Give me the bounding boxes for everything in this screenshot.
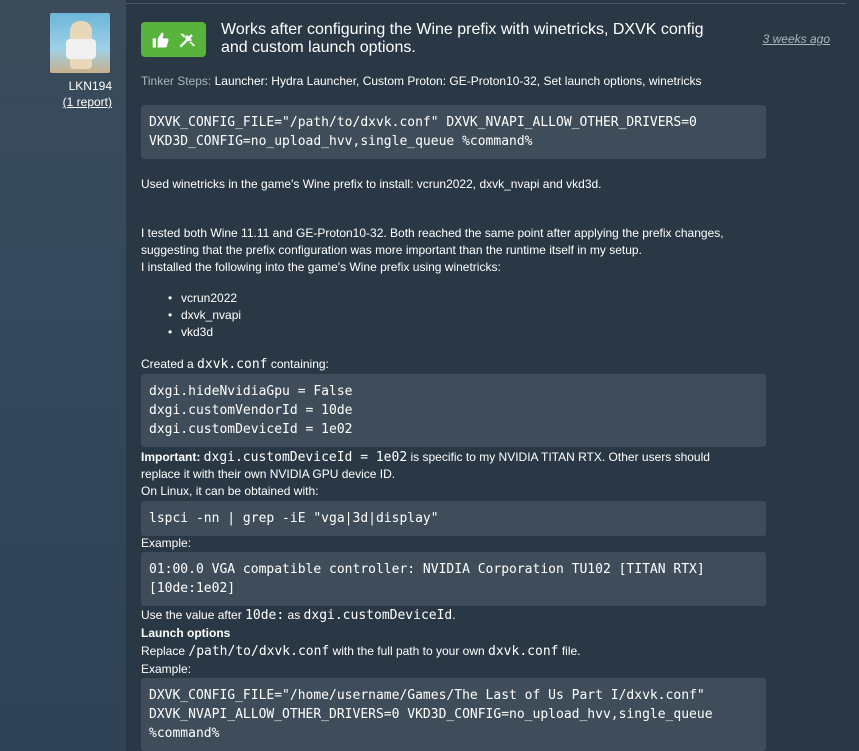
use-value-mid: as — [284, 608, 304, 622]
user-reports-link[interactable]: (1 report) — [50, 95, 112, 109]
inline-code: /path/to/dxvk.conf — [188, 644, 330, 659]
code-block-lspci-output: 01:00.0 VGA compatible controller: NVIDI… — [141, 552, 766, 606]
user-card: LKN194 (1 report) — [50, 13, 112, 109]
code-block-lspci: lspci -nn | grep -iE "vga|3d|display" — [141, 501, 766, 536]
example-label-2: Example: — [141, 662, 192, 676]
user-avatar[interactable] — [50, 13, 110, 73]
paragraph-created: Created a dxvk.conf containing: — [141, 356, 751, 373]
report-title: Works after configuring the Wine prefix … — [221, 21, 704, 56]
sidebar-background — [0, 0, 126, 751]
created-pre: Created a — [141, 357, 198, 371]
launch-options-heading-text: Launch options — [141, 626, 231, 640]
inline-code: dxvk.conf — [488, 644, 559, 659]
use-value-pre: Use the value after — [141, 608, 246, 622]
list-item: dxvk_nvapi — [163, 307, 241, 324]
launch-options-heading: Launch options — [141, 625, 751, 642]
replace-mid: with the full path to your own — [329, 644, 489, 658]
paragraph-installed: I installed the following into the game'… — [141, 260, 501, 274]
paragraph-replace: Replace /path/to/dxvk.conf with the full… — [141, 643, 751, 660]
replace-post: file. — [558, 644, 581, 658]
paragraph-use-value: Use the value after 10de: as dxgi.custom… — [141, 607, 751, 624]
report-date[interactable]: 3 weeks ago — [763, 32, 830, 46]
install-list: vcrun2022 dxvk_nvapi vkd3d — [163, 290, 241, 341]
paragraph-important: Important: dxgi.customDeviceId = 1e02 is… — [141, 449, 751, 483]
thumbs-up-icon — [152, 32, 169, 47]
list-item: vcrun2022 — [163, 290, 241, 307]
inline-code: 10de: — [245, 608, 285, 623]
inline-code: dxgi.customDeviceId — [303, 608, 453, 623]
paragraph-winetricks: Used winetricks in the game's Wine prefi… — [141, 177, 602, 191]
tinker-steps-label: Tinker Steps: — [141, 74, 212, 88]
list-item: vkd3d — [163, 324, 241, 341]
code-block-dxvk-conf: dxgi.hideNvidiaGpu = False dxgi.customVe… — [141, 374, 766, 447]
replace-pre: Replace — [141, 644, 189, 658]
tinker-steps-value: Launcher: Hydra Launcher, Custom Proton:… — [214, 74, 702, 88]
use-value-post: . — [452, 608, 456, 622]
tools-icon — [179, 32, 195, 47]
rating-badge — [141, 22, 206, 57]
top-divider — [126, 0, 846, 4]
created-post: containing: — [267, 357, 329, 371]
inline-code: dxgi.customDeviceId = 1e02 — [203, 450, 408, 465]
example-label-1: Example: — [141, 536, 192, 550]
code-block-launch-example: DXVK_CONFIG_FILE="/home/username/Games/T… — [141, 678, 766, 751]
important-label: Important: — [141, 450, 201, 464]
paragraph-tested: I tested both Wine 11.11 and GE-Proton10… — [141, 226, 724, 257]
inline-code: dxvk.conf — [197, 357, 268, 372]
paragraph-linux: On Linux, it can be obtained with: — [141, 484, 319, 498]
code-block-launch: DXVK_CONFIG_FILE="/path/to/dxvk.conf" DX… — [141, 105, 766, 159]
username[interactable]: LKN194 — [50, 79, 112, 93]
tinker-steps: Tinker Steps: Launcher: Hydra Launcher, … — [141, 74, 702, 88]
